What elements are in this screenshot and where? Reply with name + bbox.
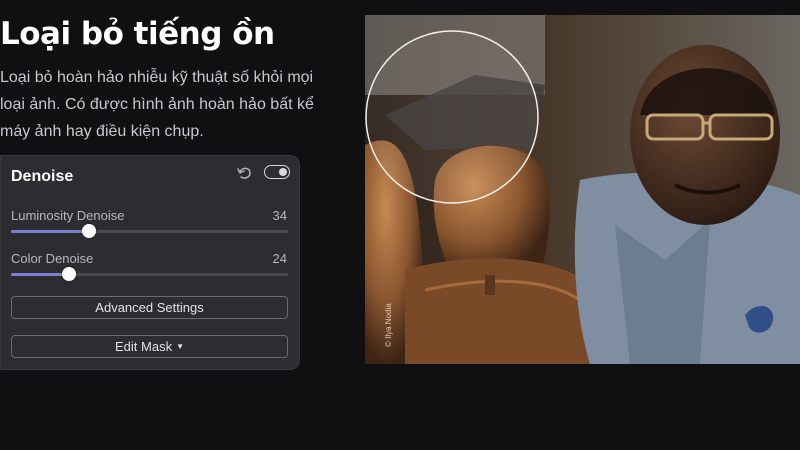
chevron-down-icon: ▼ (176, 342, 184, 351)
luminosity-thumb[interactable] (81, 224, 96, 238)
denoise-panel: Denoise Luminosity Denoise 34 Color Deno… (0, 155, 300, 370)
sample-photo (365, 15, 800, 364)
luminosity-track[interactable] (11, 224, 288, 238)
luminosity-value: 34 (272, 208, 287, 223)
advanced-settings-label: Advanced Settings (95, 300, 204, 315)
undo-icon[interactable] (236, 164, 254, 182)
color-value: 24 (272, 251, 287, 266)
color-thumb[interactable] (62, 267, 77, 281)
color-fill (11, 273, 70, 276)
page-description: Loại bỏ hoàn hảo nhiễu kỹ thuật số khỏi … (0, 69, 314, 140)
panel-title: Denoise (11, 168, 74, 185)
luminosity-label: Luminosity Denoise (11, 208, 125, 223)
advanced-settings-button[interactable]: Advanced Settings (11, 296, 288, 319)
color-label: Color Denoise (11, 251, 94, 266)
page-title: Loại bỏ tiếng ồn (0, 16, 275, 52)
color-track[interactable] (11, 267, 288, 281)
photo-credit: © Ilya Nodia (384, 303, 393, 347)
edit-mask-button[interactable]: Edit Mask ▼ (11, 335, 288, 358)
toggle-knob (279, 168, 287, 176)
edit-mask-label: Edit Mask (115, 339, 173, 354)
luminosity-fill (11, 230, 89, 233)
enable-toggle[interactable] (264, 165, 290, 179)
